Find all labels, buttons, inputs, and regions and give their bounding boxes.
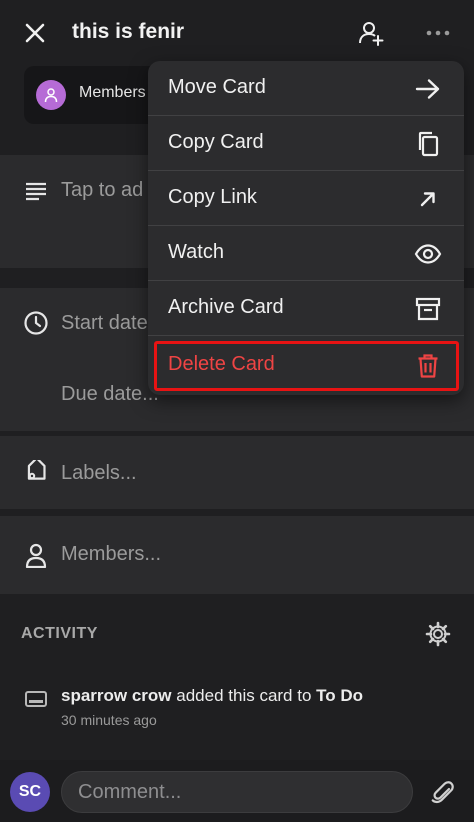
start-date-field[interactable]: Start date [61,312,148,335]
trash-icon [413,351,443,381]
person-icon [22,541,50,569]
arrow-right-icon [413,74,443,104]
labels-placeholder: Labels... [61,462,137,484]
top-bar: this is fenir [0,0,474,66]
arrow-up-right-icon [413,184,443,214]
activity-action: added this card to [171,686,317,705]
attach-button[interactable] [428,778,458,808]
activity-time: 30 minutes ago [61,712,157,728]
close-icon [25,23,45,43]
activity-entry-text: sparrow crow added this card to To Do [61,686,363,706]
description-placeholder: Tap to ad [61,179,144,201]
card-actions-menu: Move Card Copy Card Copy Link Watch Arch… [148,61,464,395]
due-date-field[interactable]: Due date... [61,383,159,406]
menu-item-move-card[interactable]: Move Card [148,61,464,116]
menu-item-label: Delete Card [168,353,275,375]
menu-item-label: Copy Link [168,186,257,208]
comment-input[interactable] [61,771,413,813]
members-section[interactable]: Members... [0,516,474,594]
members-placeholder: Members... [61,543,162,565]
card-title[interactable]: this is fenir [72,20,184,44]
menu-item-watch[interactable]: Watch [148,226,464,281]
close-button[interactable] [20,18,50,48]
card-icon [22,688,50,712]
member-avatar [36,80,66,110]
activity-settings-button[interactable] [424,620,452,648]
tag-icon [22,459,50,487]
paperclip-icon [431,781,454,804]
eye-icon [413,239,443,269]
menu-item-copy-link[interactable]: Copy Link [148,171,464,226]
clock-icon [22,309,50,337]
gear-icon [425,621,451,647]
user-avatar[interactable]: SC [10,772,50,812]
description-icon [22,177,50,205]
members-chip-label: Members [79,84,146,101]
person-add-icon [359,22,384,46]
menu-item-label: Copy Card [168,131,264,153]
menu-item-label: Archive Card [168,296,284,318]
copy-icon [413,129,443,159]
more-horizontal-icon [426,30,450,36]
comment-bar: SC [0,760,474,822]
menu-item-copy-card[interactable]: Copy Card [148,116,464,171]
person-icon [44,88,58,103]
add-member-button[interactable] [354,16,388,50]
activity-target[interactable]: To Do [316,686,363,705]
labels-section[interactable]: Labels... [0,436,474,509]
menu-item-label: Move Card [168,76,266,98]
activity-user[interactable]: sparrow crow [61,686,172,705]
menu-item-delete-card[interactable]: Delete Card [148,338,464,393]
menu-item-label: Watch [168,241,224,263]
menu-item-archive-card[interactable]: Archive Card [148,281,464,336]
activity-header: ACTIVITY [21,625,98,642]
more-options-button[interactable] [420,18,456,48]
archive-icon [413,294,443,324]
